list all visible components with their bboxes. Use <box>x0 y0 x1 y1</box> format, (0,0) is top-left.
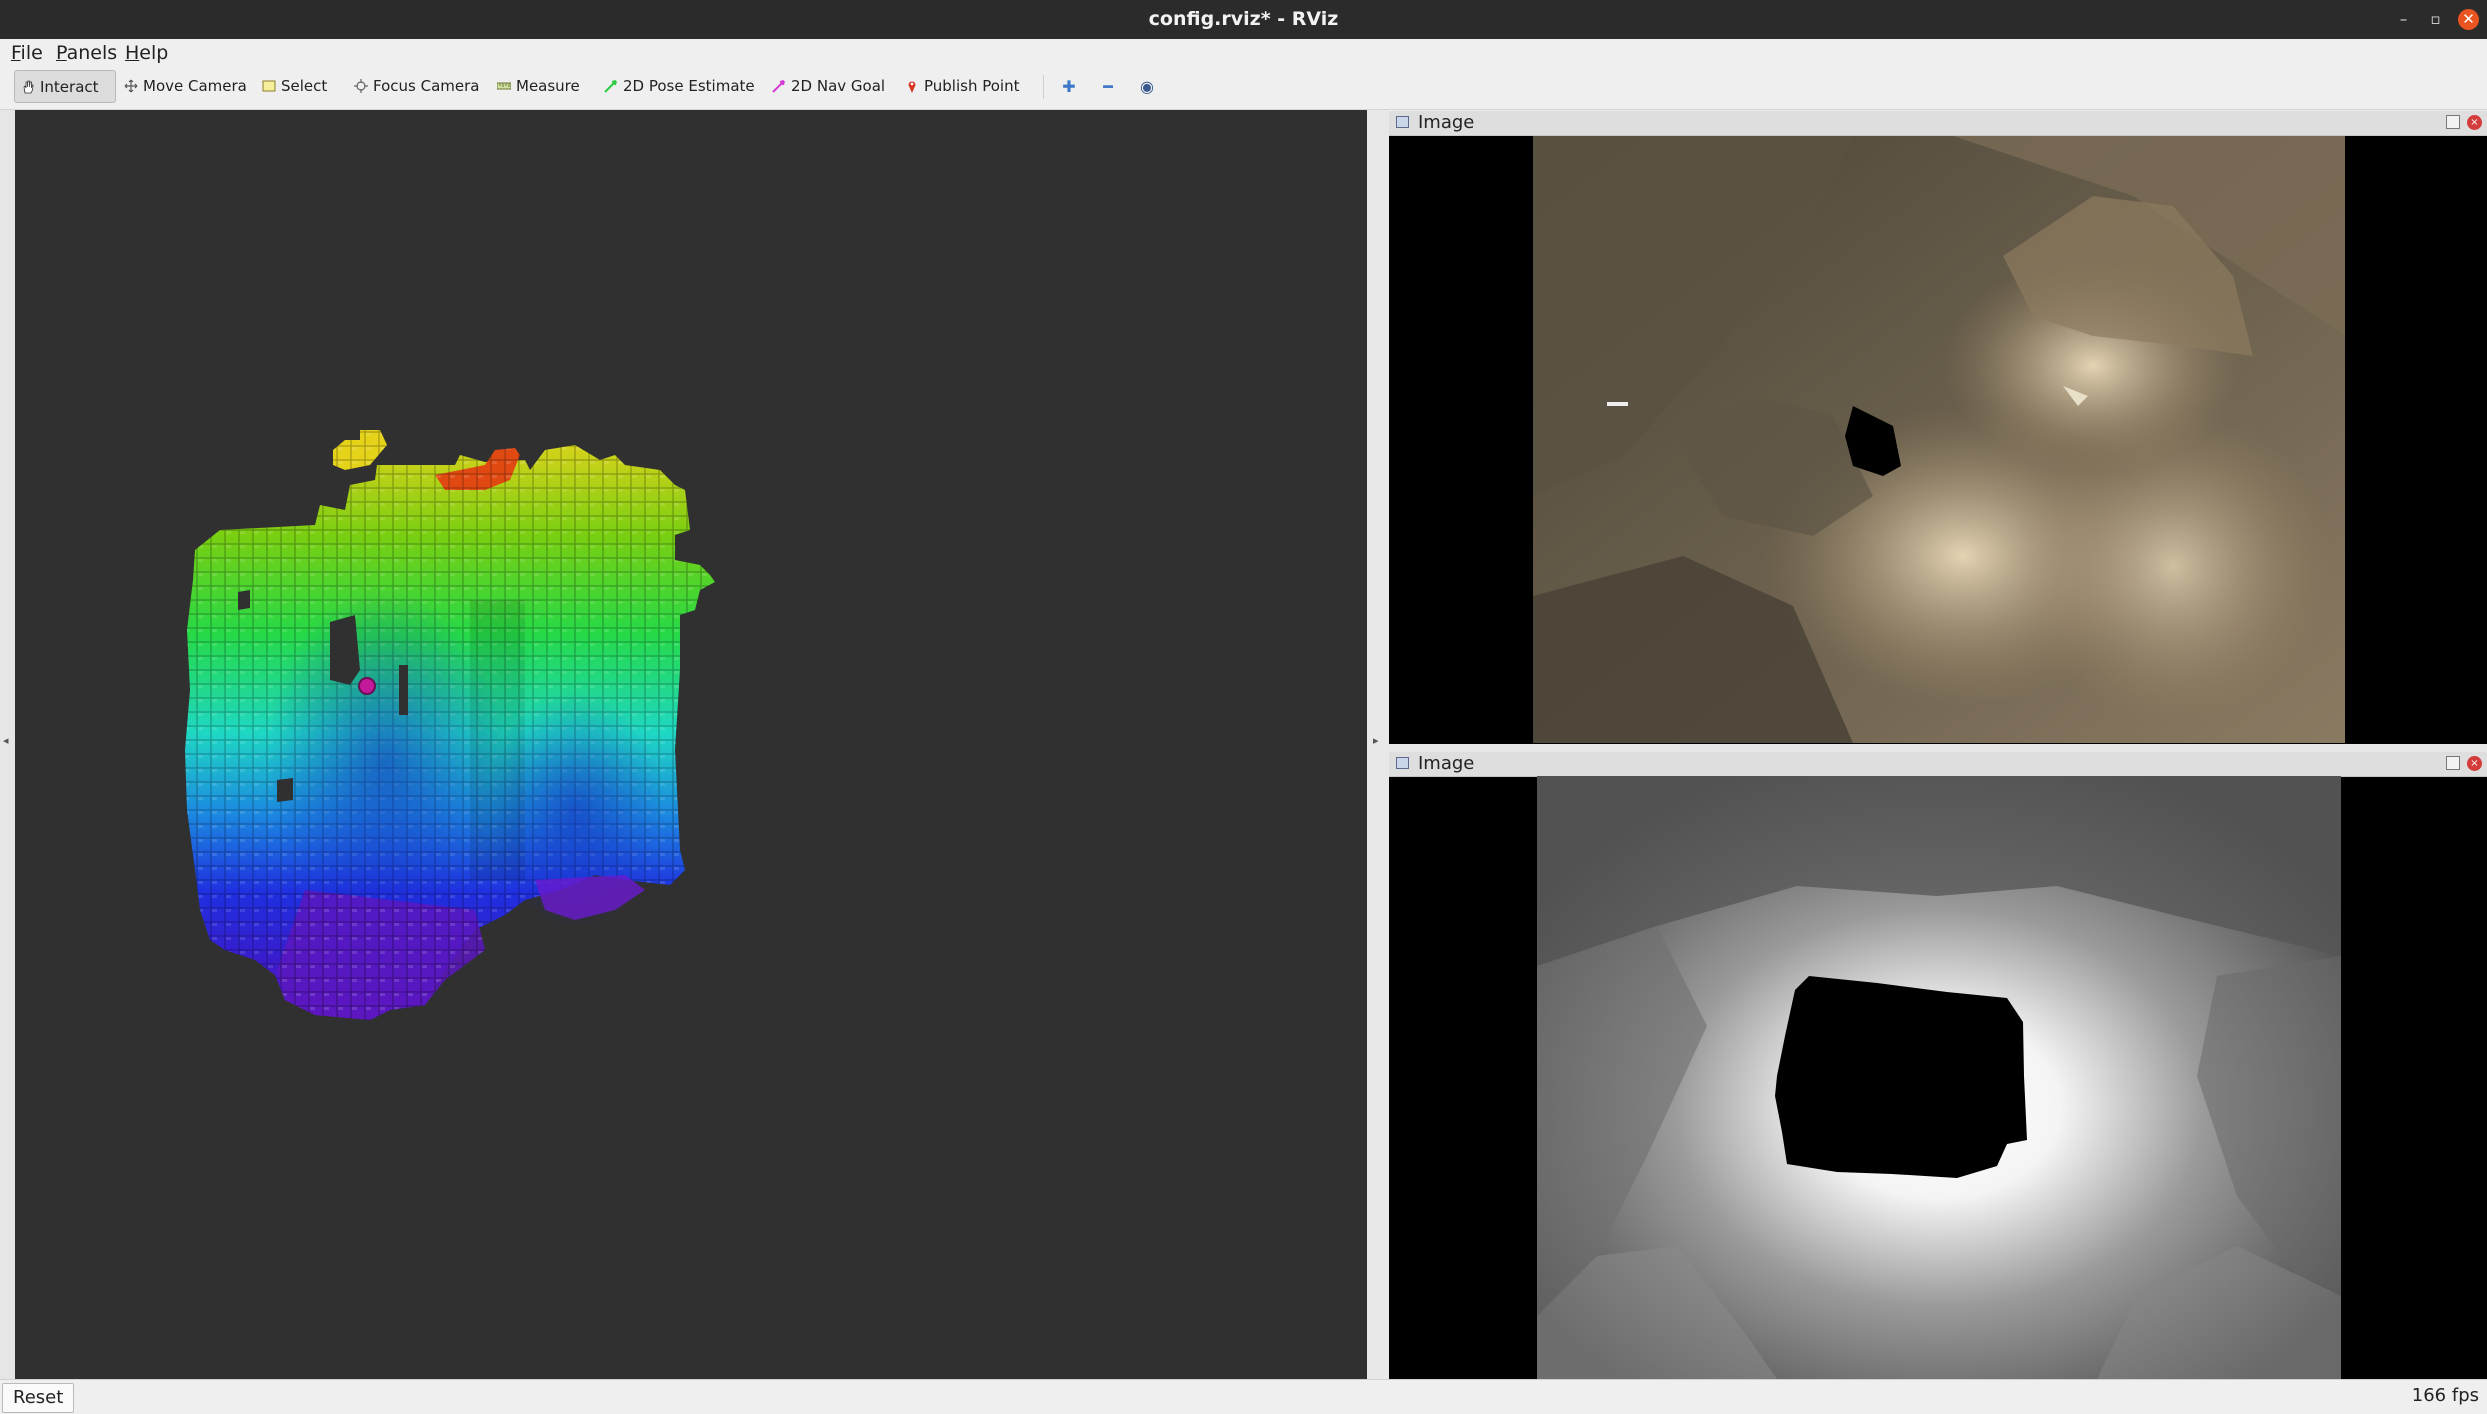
title-bar: config.rviz* - RViz – ▫ ✕ <box>0 0 2487 39</box>
panel-header: Image × <box>1389 752 2487 777</box>
render-3d-viewport[interactable] <box>15 110 1367 1379</box>
status-bar: Reset 166 fps <box>0 1379 2487 1414</box>
focus-camera-icon <box>354 79 368 93</box>
menu-help-accel: H <box>125 42 140 64</box>
move-camera-icon <box>124 79 138 93</box>
tool-publish-point[interactable]: Publish Point <box>899 70 1019 103</box>
menu-panels[interactable]: Panels <box>56 42 117 64</box>
tool-select[interactable]: Select <box>256 70 327 103</box>
image-panel-icon <box>1396 116 1409 128</box>
camera-image <box>1533 136 2345 743</box>
close-panel-button[interactable]: × <box>2467 115 2482 130</box>
panel-splitter[interactable]: ▸ <box>1367 110 1389 1379</box>
pose-arrow-icon <box>604 80 617 93</box>
toolbar-separator <box>1043 75 1044 99</box>
close-panel-button[interactable]: × <box>2467 756 2482 771</box>
menu-bar: File Panels Help <box>0 39 2487 65</box>
measure-icon <box>497 82 511 90</box>
tool-move-camera-label: Move Camera <box>143 77 247 95</box>
nav-arrow-icon <box>772 80 785 93</box>
toolbar: Interact Move Camera Select Focus Camera… <box>0 65 2487 110</box>
image-panel-icon <box>1396 757 1409 769</box>
menu-file[interactable]: File <box>11 42 43 64</box>
float-panel-button[interactable] <box>2446 756 2460 770</box>
tool-publish-point-label: Publish Point <box>924 77 1020 95</box>
tool-interact[interactable]: Interact <box>14 70 116 103</box>
window-title: config.rviz* - RViz <box>1148 8 1339 30</box>
maximize-button[interactable]: ▫ <box>2425 9 2446 30</box>
tool-2d-nav-goal-label: 2D Nav Goal <box>791 77 886 95</box>
select-icon <box>262 80 276 92</box>
menu-panels-label: anels <box>66 42 118 64</box>
tool-measure-label: Measure <box>516 77 580 95</box>
menu-file-label: ile <box>20 42 43 64</box>
tool-select-label: Select <box>281 77 328 95</box>
remove-tool-icon[interactable]: ━ <box>1099 78 1117 96</box>
panel-title: Image <box>1418 112 1475 133</box>
image-panel-camera: Image × <box>1389 111 2487 744</box>
tool-properties-icon[interactable]: ◉ <box>1138 78 1156 96</box>
tool-2d-pose-estimate-label: 2D Pose Estimate <box>623 77 755 95</box>
tool-interact-label: Interact <box>40 78 99 96</box>
panel-header: Image × <box>1389 111 2487 136</box>
hand-icon <box>23 80 34 94</box>
voxel-cave-body <box>185 445 715 1020</box>
panel-divider[interactable] <box>1389 744 2487 752</box>
float-panel-button[interactable] <box>2446 115 2460 129</box>
menu-help[interactable]: Help <box>125 42 168 64</box>
robot-marker-icon <box>358 677 376 695</box>
fps-readout: 166 fps <box>2411 1385 2479 1406</box>
image-panel-depth: Image × <box>1389 752 2487 1379</box>
tool-2d-pose-estimate[interactable]: 2D Pose Estimate <box>598 70 755 103</box>
tool-focus-camera[interactable]: Focus Camera <box>348 70 479 103</box>
pin-icon <box>908 81 916 93</box>
collapse-left-icon[interactable]: ◂ <box>3 734 9 747</box>
depth-image <box>1537 776 2341 1379</box>
add-tool-icon[interactable]: ✚ <box>1060 78 1078 96</box>
collapse-right-icon[interactable]: ▸ <box>1373 734 1379 747</box>
panel-title: Image <box>1418 753 1475 774</box>
close-button[interactable]: ✕ <box>2458 9 2479 30</box>
tool-measure[interactable]: Measure <box>491 70 580 103</box>
menu-panels-accel: P <box>56 42 67 64</box>
menu-help-label: elp <box>139 42 169 64</box>
left-dock-handle[interactable]: ◂ <box>0 110 15 1379</box>
reset-button[interactable]: Reset <box>2 1383 75 1413</box>
tool-2d-nav-goal[interactable]: 2D Nav Goal <box>766 70 885 103</box>
voxel-map-view <box>185 430 715 1020</box>
minimize-button[interactable]: – <box>2393 9 2414 30</box>
tool-move-camera[interactable]: Move Camera <box>118 70 247 103</box>
tool-focus-camera-label: Focus Camera <box>373 77 480 95</box>
menu-file-accel: F <box>11 42 21 64</box>
